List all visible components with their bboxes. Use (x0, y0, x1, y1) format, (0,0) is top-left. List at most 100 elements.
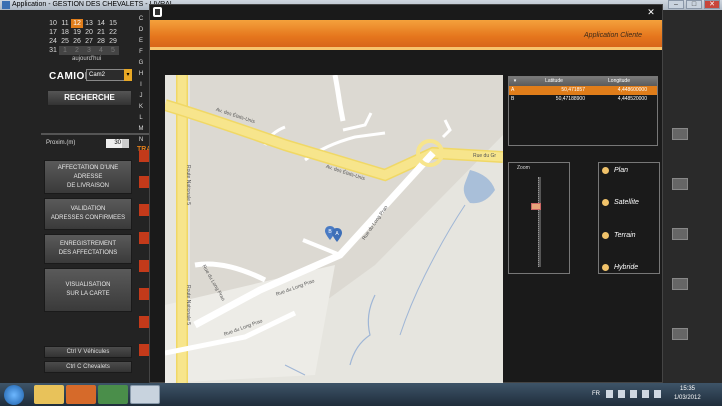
battery-icon[interactable] (630, 390, 637, 398)
table-header-cell[interactable]: Latitude (521, 77, 587, 86)
explorer-icon[interactable] (34, 385, 64, 404)
today-link[interactable]: aujourd'hui (72, 56, 101, 62)
calendar-day[interactable]: 11 (59, 19, 71, 28)
calendar-day[interactable]: 5 (107, 46, 119, 55)
vehicules-button[interactable]: Ctrl V Véhicules (44, 346, 132, 358)
letter-tab[interactable]: J (136, 91, 146, 102)
table-row[interactable]: B 50,47188900 4,448520000 (509, 95, 657, 104)
zoom-slider-track[interactable] (538, 177, 541, 267)
map-type-terrain[interactable]: Terrain (602, 232, 636, 239)
letter-tab[interactable]: F (136, 47, 146, 58)
calendar-day[interactable] (71, 10, 83, 19)
calendar-day[interactable]: 22 (107, 28, 119, 37)
header-stripe (150, 47, 662, 50)
chevalets-button[interactable]: Ctrl C Chevalets (44, 361, 132, 373)
button-label: SUR LA CARTE (66, 291, 110, 297)
side-tab[interactable] (139, 204, 149, 216)
minimize-button[interactable]: – (668, 0, 684, 9)
proxim-stepper[interactable] (122, 139, 129, 148)
calendar-day[interactable]: 31 (47, 46, 59, 55)
calendar-day[interactable]: 27 (83, 37, 95, 46)
clock-date[interactable]: 1/03/2012 (674, 395, 701, 401)
media-player-icon[interactable] (66, 385, 96, 404)
visualisation-button[interactable]: VISUALISATION SUR LA CARTE (44, 268, 132, 312)
calendar-day[interactable]: 15 (107, 19, 119, 28)
side-tab[interactable] (139, 260, 149, 272)
letter-tab[interactable]: L (136, 113, 146, 124)
affectation-button[interactable]: AFFECTATION D'UNE ADRESSE DE LIVRAISON (44, 160, 132, 194)
calendar-day[interactable] (47, 10, 59, 19)
close-icon[interactable]: ✕ (646, 8, 656, 17)
map-view[interactable]: Av. des États-Unis Av. des États-Unis Ru… (165, 75, 503, 383)
letter-tab[interactable]: H (136, 69, 146, 80)
maximize-button[interactable]: □ (686, 0, 702, 9)
panel-button[interactable] (672, 228, 688, 240)
close-button[interactable]: ✕ (704, 0, 720, 9)
letter-tab[interactable]: I (136, 80, 146, 91)
side-tab[interactable] (139, 176, 149, 188)
recherche-button[interactable]: RECHERCHE (47, 90, 132, 106)
network-icon[interactable] (642, 390, 649, 398)
side-tab[interactable] (139, 288, 149, 300)
panel-button[interactable] (672, 128, 688, 140)
map-type-hybride[interactable]: Hybride (602, 264, 638, 271)
calendar-day[interactable]: 19 (71, 28, 83, 37)
table-row[interactable]: A 50,471857 4,448600000 (509, 86, 657, 95)
letter-tab[interactable]: C (136, 14, 146, 25)
map-type-plan[interactable]: Plan (602, 167, 628, 174)
letter-tab[interactable]: N (136, 135, 146, 146)
modal-title-bar: ✕ (150, 5, 662, 20)
enregistrement-button[interactable]: ENREGISTREMENT DES AFFECTATIONS (44, 234, 132, 264)
proxim-input[interactable]: 30 (106, 139, 122, 148)
calendar-day[interactable]: 4 (95, 46, 107, 55)
app-icon[interactable] (98, 385, 128, 404)
road-label: Rue du Gr (473, 153, 497, 159)
calendar-day[interactable]: 10 (47, 19, 59, 28)
calendar-day[interactable]: 25 (59, 37, 71, 46)
flag-icon[interactable] (618, 390, 625, 398)
language-indicator[interactable]: FR (592, 391, 600, 397)
calendar-day[interactable] (59, 10, 71, 19)
button-label: DES AFFECTATIONS (58, 250, 118, 256)
calendar-day[interactable]: 14 (95, 19, 107, 28)
zoom-label: Zoom (517, 165, 530, 171)
side-tab[interactable] (139, 344, 149, 356)
tray-icon[interactable] (606, 390, 613, 398)
chevron-down-icon[interactable]: ▾ (124, 69, 132, 81)
calendar-day[interactable]: 28 (95, 37, 107, 46)
letter-tab[interactable]: K (136, 102, 146, 113)
side-tab[interactable] (139, 316, 149, 328)
calendar-day[interactable]: 13 (83, 19, 95, 28)
calendar-day[interactable]: 1 (59, 46, 71, 55)
panel-button[interactable] (672, 178, 688, 190)
calendar-day[interactable]: 2 (71, 46, 83, 55)
map-marker-icon[interactable]: A (332, 228, 342, 242)
calendar-day[interactable]: 24 (47, 37, 59, 46)
calendar-day[interactable]: 17 (47, 28, 59, 37)
letter-tab[interactable]: D (136, 25, 146, 36)
start-button[interactable] (4, 385, 24, 405)
calendar-day[interactable]: 26 (71, 37, 83, 46)
letter-tab[interactable]: G (136, 58, 146, 69)
side-tab[interactable] (139, 232, 149, 244)
calendar-day-selected[interactable]: 12 (71, 19, 83, 28)
clock-time[interactable]: 15:35 (680, 386, 695, 392)
panel-button[interactable] (672, 328, 688, 340)
validation-button[interactable]: VALIDATION ADRESSES CONFIRMEES (44, 198, 132, 230)
calendar-day[interactable]: 18 (59, 28, 71, 37)
table-header-cell[interactable]: Longitude (587, 77, 651, 86)
calendar-day[interactable]: 21 (95, 28, 107, 37)
volume-icon[interactable] (654, 390, 661, 398)
calendar-day[interactable]: 20 (83, 28, 95, 37)
row-id: A (511, 87, 515, 93)
side-tab[interactable] (139, 150, 149, 162)
calendar-day[interactable]: 3 (83, 46, 95, 55)
calendar-day[interactable]: 29 (107, 37, 119, 46)
calendar-row: 31 1 2 3 4 5 (47, 46, 133, 55)
active-app-icon[interactable] (130, 385, 160, 404)
row-id: B (511, 96, 515, 102)
panel-button[interactable] (672, 278, 688, 290)
map-type-satellite[interactable]: Satellite (602, 199, 639, 206)
zoom-slider-thumb[interactable] (531, 202, 541, 210)
letter-tab[interactable]: E (136, 36, 146, 47)
